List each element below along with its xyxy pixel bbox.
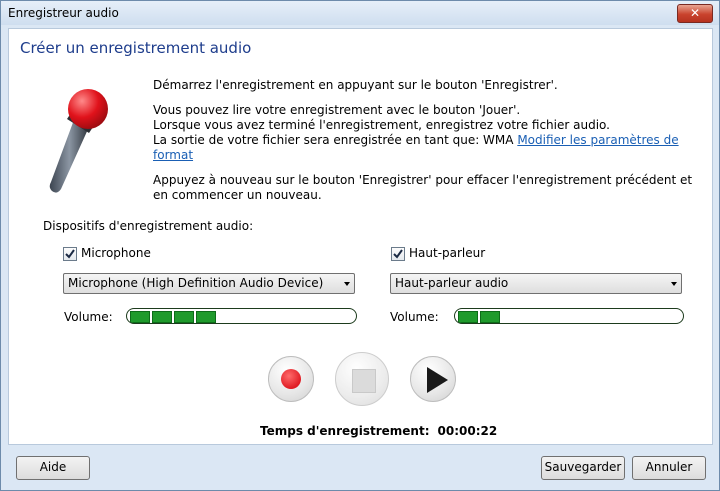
speaker-device-select[interactable]: Haut-parleur audio xyxy=(390,273,682,294)
instruction-line-2: Vous pouvez lire votre enregistrement av… xyxy=(153,103,521,117)
meter-segment xyxy=(130,311,150,323)
chevron-down-icon xyxy=(344,282,350,286)
check-icon xyxy=(65,249,75,259)
cancel-button[interactable]: Annuler xyxy=(632,456,706,480)
meter-segment xyxy=(174,311,194,323)
instruction-line-3: Lorsque vous avez terminé l'enregistreme… xyxy=(153,118,610,132)
chevron-down-icon xyxy=(671,282,677,286)
microphone-checkbox-label[interactable]: Microphone xyxy=(81,246,151,260)
meter-segment xyxy=(458,311,478,323)
recorder-window: Enregistreur audio ✕ Créer un enregistre… xyxy=(0,0,720,491)
microphone-volume-meter xyxy=(126,308,357,324)
microphone-device-value: Microphone (High Definition Audio Device… xyxy=(68,276,324,290)
instruction-line-4: La sortie de votre fichier sera enregist… xyxy=(153,133,693,163)
devices-label: Dispositifs d'enregistrement audio: xyxy=(43,219,254,233)
record-button[interactable] xyxy=(268,356,314,402)
help-button[interactable]: Aide xyxy=(16,456,90,480)
window-title: Enregistreur audio xyxy=(8,6,119,20)
speaker-checkbox-label[interactable]: Haut-parleur xyxy=(409,246,485,260)
close-icon: ✕ xyxy=(689,6,701,20)
check-icon xyxy=(393,249,403,259)
close-button[interactable]: ✕ xyxy=(677,4,713,23)
dialog-body: Créer un enregistrement audio Démarrez l xyxy=(8,28,713,445)
speaker-checkbox[interactable] xyxy=(391,247,405,261)
output-format-text: La sortie de votre fichier sera enregist… xyxy=(153,133,514,147)
meter-segment xyxy=(480,311,500,323)
recording-time: Temps d'enregistrement: 00:00:22 xyxy=(260,424,497,438)
meter-segment xyxy=(152,311,172,323)
save-button[interactable]: Sauvegarder xyxy=(541,456,625,480)
microphone-icon xyxy=(49,89,108,193)
stop-icon xyxy=(352,369,376,393)
instruction-line-1: Démarrez l'enregistrement en appuyant su… xyxy=(153,78,558,92)
play-button[interactable] xyxy=(410,356,456,402)
meter-segment xyxy=(196,311,216,323)
recording-time-value: 00:00:22 xyxy=(437,424,498,438)
stop-button[interactable] xyxy=(335,352,389,406)
instructions: Démarrez l'enregistrement en appuyant su… xyxy=(153,78,693,203)
speaker-device-value: Haut-parleur audio xyxy=(395,276,509,290)
speaker-volume-label: Volume: xyxy=(390,310,439,324)
microphone-volume-label: Volume: xyxy=(64,310,113,324)
title-bar[interactable]: Enregistreur audio ✕ xyxy=(1,1,719,25)
speaker-volume-meter xyxy=(454,308,684,324)
microphone-checkbox[interactable] xyxy=(63,247,77,261)
recording-time-label: Temps d'enregistrement: xyxy=(260,424,430,438)
microphone-device-select[interactable]: Microphone (High Definition Audio Device… xyxy=(63,273,355,294)
play-icon xyxy=(427,367,448,393)
record-icon xyxy=(281,369,301,389)
page-title: Créer un enregistrement audio xyxy=(20,39,252,57)
instruction-line-5: Appuyez à nouveau sur le bouton 'Enregis… xyxy=(153,173,693,202)
